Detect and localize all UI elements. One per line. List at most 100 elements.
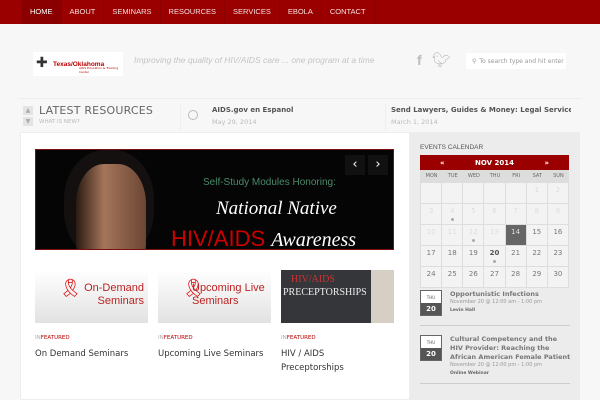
calendar-day[interactable]: 5	[463, 204, 485, 225]
search-input[interactable]: ⚲ To search type and hit enter	[466, 53, 566, 69]
event-time: November 20 @ 12:00 am - 1:00 pm	[450, 299, 542, 305]
clock-icon	[188, 110, 198, 120]
nav-services[interactable]: SERVICES	[225, 0, 280, 24]
nav-home[interactable]: HOME	[22, 0, 62, 24]
events-calendar: « NOV 2014 » MON TUE WED THU FRI SAT SUN 1…	[420, 155, 569, 288]
calendar-day[interactable]: 14	[505, 225, 527, 246]
calendar-day[interactable]: 20	[484, 246, 506, 267]
calendar-day	[442, 183, 464, 204]
event-dot	[450, 218, 454, 221]
event-time: November 20 @ 12:00 pm - 1:00 pm	[450, 362, 543, 368]
card-category[interactable]: INFEATURED	[281, 335, 316, 341]
calendar-day[interactable]: 1	[526, 183, 548, 204]
calendar-day[interactable]: 15	[526, 225, 548, 246]
card-title[interactable]: On Demand Seminars	[35, 347, 150, 361]
day-header: TUE	[442, 170, 464, 183]
calendar-day[interactable]: 27	[484, 267, 506, 288]
calendar-day	[421, 183, 443, 204]
calendar-day[interactable]: 24	[421, 267, 443, 288]
ticker-down-icon[interactable]: ▼	[23, 117, 33, 126]
ticker-subtitle: WHAT IS NEW?	[39, 119, 80, 125]
card-image[interactable]: HIV/AIDS PRECEPTORSHIPS	[281, 270, 394, 323]
calendar-day[interactable]: 19	[463, 246, 485, 267]
tagline: Improving the quality of HIV/AIDS care .…	[134, 55, 375, 65]
calendar-day[interactable]: 16	[547, 225, 569, 246]
main-nav: HOME ABOUT SEMINARS RESOURCES SERVICES E…	[0, 0, 600, 24]
facebook-icon[interactable]: f	[417, 52, 422, 68]
calendar-day[interactable]: 6	[484, 204, 506, 225]
event-date-badge: THU 20	[420, 335, 442, 361]
calendar-day[interactable]: 28	[505, 267, 527, 288]
calendar-day[interactable]: 22	[526, 246, 548, 267]
calendar-day[interactable]: 4	[442, 204, 464, 225]
day-header: THU	[484, 170, 506, 183]
slide-line3: HIV/AIDS Awareness Day	[171, 226, 357, 250]
card-image[interactable]: 🎗︎ Upcoming Live Seminars	[158, 270, 271, 323]
search-placeholder: To search type and hit enter	[479, 57, 564, 65]
calendar-day[interactable]: 30	[547, 267, 569, 288]
card-image-head: HIV/AIDS	[291, 274, 335, 285]
nav-ebola[interactable]: EBOLA	[280, 0, 322, 24]
nav-seminars[interactable]: SEMINARS	[104, 0, 161, 24]
calendar-day[interactable]: 11	[442, 225, 464, 246]
calendar-day[interactable]: 10	[421, 225, 443, 246]
twitter-icon[interactable]: 🐦︎	[432, 51, 451, 69]
card-image[interactable]: 🎗︎ On-Demand Seminars	[35, 270, 148, 323]
prev-month-button[interactable]: «	[440, 159, 445, 167]
calendar-day[interactable]: 17	[421, 246, 443, 267]
card-title[interactable]: Upcoming Live Seminars	[158, 347, 273, 361]
card-image-text: Upcoming Live Seminars	[192, 282, 265, 307]
featured-slider[interactable]: Self-Study Modules Honoring: National Na…	[35, 149, 394, 250]
calendar-day[interactable]: 13	[484, 225, 506, 246]
texas-map-icon: ✚	[36, 55, 48, 71]
calendar-day[interactable]: 29	[526, 267, 548, 288]
calendar-month: NOV 2014	[475, 158, 514, 167]
event-location: Levin Hall	[450, 308, 476, 313]
calendar-day[interactable]: 8	[526, 204, 548, 225]
event-dot	[492, 260, 496, 263]
event-location: Online Webinar	[450, 371, 490, 376]
day-header: WED	[463, 170, 485, 183]
ticker-up-icon[interactable]: ▲	[23, 106, 33, 115]
event-title[interactable]: Opportunistic Infections	[450, 290, 539, 298]
calendar-day[interactable]: 7	[505, 204, 527, 225]
nav-contact[interactable]: CONTACT	[322, 0, 375, 24]
ticker-item-date: March 1, 2014	[391, 118, 438, 126]
ticker-item-title[interactable]: Send Lawyers, Guides & Money: Legal Serv…	[391, 106, 571, 114]
ticker-item-title[interactable]: AIDS.gov en Espanol	[212, 106, 293, 114]
calendar-day[interactable]: 21	[505, 246, 527, 267]
logo-subtitle: AIDS Education & Training Center	[79, 66, 119, 74]
card-image-text: PRECEPTORSHIPS	[283, 287, 367, 298]
calendar-grid: MON TUE WED THU FRI SAT SUN 1 2 3 4 5 6 7 8 9 10 1…	[420, 170, 569, 288]
day-header: MON	[421, 170, 443, 183]
slide-line2: National Native	[216, 198, 337, 219]
calendar-day	[463, 183, 485, 204]
calendar-day[interactable]: 23	[547, 246, 569, 267]
card-title[interactable]: HIV / AIDS Preceptorships	[281, 347, 371, 375]
card-category[interactable]: INFEATURED	[158, 335, 193, 341]
calendar-heading: EVENTS CALENDAR	[420, 144, 484, 151]
card-category[interactable]: INFEATURED	[35, 335, 70, 341]
calendar-day[interactable]: 25	[442, 267, 464, 288]
calendar-day[interactable]: 12	[463, 225, 485, 246]
card-image-text: On-Demand Seminars	[84, 282, 144, 307]
nav-resources[interactable]: RESOURCES	[161, 0, 226, 24]
next-month-button[interactable]: »	[544, 159, 549, 167]
day-header: SUN	[547, 170, 569, 183]
calendar-day[interactable]: 26	[463, 267, 485, 288]
slide-line1: Self-Study Modules Honoring:	[203, 177, 336, 188]
calendar-day[interactable]: 18	[442, 246, 464, 267]
slide-image	[76, 164, 146, 249]
site-logo[interactable]: ✚ Texas/Oklahoma AIDS Education & Traini…	[33, 52, 123, 76]
event-title[interactable]: Cultural Competency and the HIV Provider…	[450, 335, 570, 361]
slider-next-icon[interactable]: ›	[368, 155, 388, 175]
calendar-day[interactable]: 3	[421, 204, 443, 225]
day-header: FRI	[505, 170, 527, 183]
slider-prev-icon[interactable]: ‹	[345, 155, 365, 175]
nav-about[interactable]: ABOUT	[62, 0, 105, 24]
search-icon: ⚲	[472, 57, 477, 65]
calendar-day[interactable]: 9	[547, 204, 569, 225]
calendar-day[interactable]: 2	[547, 183, 569, 204]
calendar-day	[505, 183, 527, 204]
ticker-item-date: May 29, 2014	[212, 118, 257, 126]
